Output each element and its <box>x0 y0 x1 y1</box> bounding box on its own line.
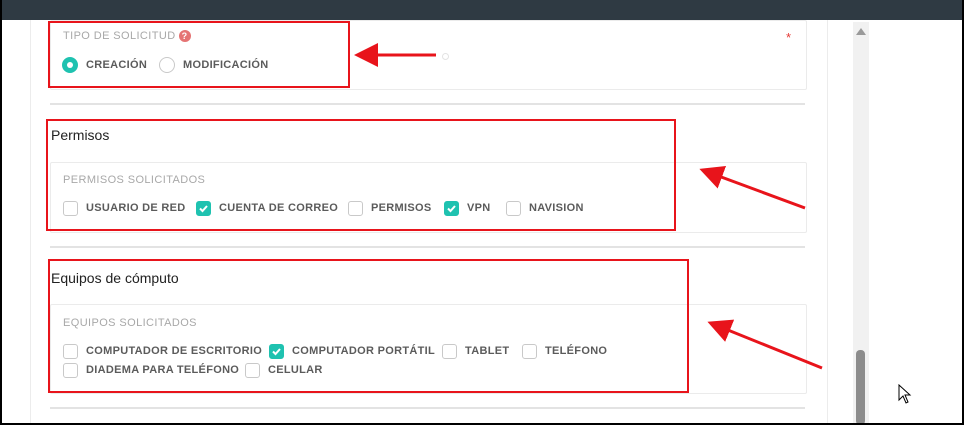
content-left-edge <box>30 20 31 425</box>
screenshot-frame: TIPO DE SOLICITUD? * CREACIÓN MODIFICACI… <box>0 0 964 425</box>
red-highlight-box-tipo-solicitud <box>48 21 350 88</box>
faint-circle-icon <box>442 53 449 60</box>
section-divider <box>50 103 805 105</box>
top-bar <box>0 0 964 20</box>
scrollbar-thumb[interactable] <box>856 350 865 425</box>
section-divider <box>50 407 805 409</box>
red-highlight-box-equipos <box>48 259 689 393</box>
content-right-edge <box>827 20 828 425</box>
scroll-up-arrow-icon[interactable] <box>856 28 866 35</box>
red-highlight-box-permisos <box>46 119 676 231</box>
frame-border-left <box>0 0 2 425</box>
required-asterisk: * <box>786 30 792 45</box>
section-divider <box>50 246 805 248</box>
mouse-cursor-icon <box>898 384 912 404</box>
